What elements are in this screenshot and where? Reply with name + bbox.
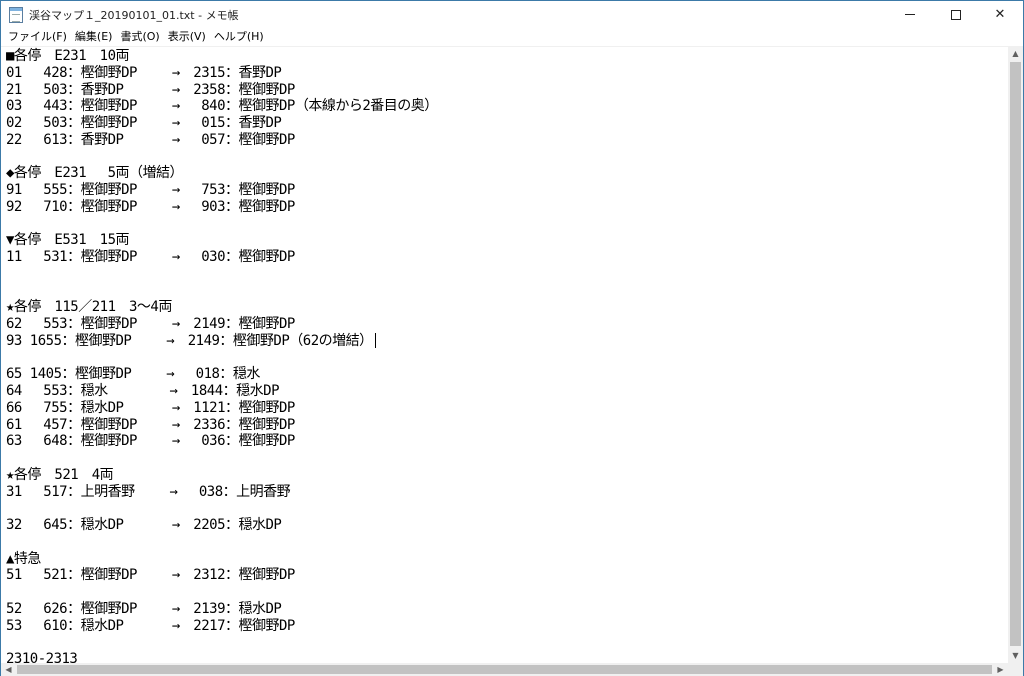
close-icon: ✕ (994, 7, 1006, 22)
text-line: 2310-2313 (6, 651, 78, 663)
text-line: 64 553：穏水 → 1844：穏水DP (6, 383, 280, 399)
horizontal-scrollbar[interactable]: ◀ ▶ (1, 663, 1008, 676)
scroll-down-arrow-icon[interactable]: ▼ (1008, 648, 1023, 663)
text-line: 66 755：穏水DP → 1121：樫御野DP (6, 399, 295, 416)
vertical-scroll-thumb[interactable] (1010, 62, 1021, 646)
horizontal-scroll-thumb[interactable] (17, 665, 992, 674)
text-line: ★各停 115／211 3～4両 (6, 299, 172, 316)
text-line: 53 610：穏水DP → 2217：樫御野DP (6, 617, 295, 634)
text-line: 03 443：樫御野DP → 840：樫御野DP（本線から2番目の奥） (6, 98, 438, 115)
text-line: 51 521：樫御野DP → 2312：樫御野DP (6, 567, 295, 584)
text-line: ★各停 521 4両 (6, 466, 114, 483)
menu-help[interactable]: ヘルプ(H) (210, 28, 268, 46)
text-line: 91 555：樫御野DP → 753：樫御野DP (6, 182, 295, 198)
maximize-button[interactable] (933, 1, 979, 28)
text-line: 63 648：樫御野DP → 036：樫御野DP (6, 433, 295, 450)
text-line: 31 517：上明香野 → 038：上明香野 (6, 483, 291, 500)
text-line: 01 428：樫御野DP → 2315：香野DP (6, 64, 282, 81)
title-bar[interactable]: 渓谷マップ１_20190101_01.txt - メモ帳 ✕ (1, 1, 1023, 28)
minimize-icon (905, 14, 915, 15)
notepad-icon (9, 7, 23, 23)
text-line: 11 531：樫御野DP → 030：樫御野DP (6, 249, 295, 265)
text-caret (374, 332, 376, 348)
text-line: ■各停 E231 10両 (6, 48, 130, 64)
text-line: 65 1405：樫御野DP → 018：穏水 (6, 366, 260, 383)
text-line: 62 553：樫御野DP → 2149：樫御野DP (6, 316, 295, 332)
text-line: ▼各停 E531 15両 (6, 232, 130, 249)
text-line: 21 503：香野DP → 2358：樫御野DP (6, 81, 295, 98)
text-line: ▲特急 (6, 550, 41, 567)
text-line: 93 1655：樫御野DP → 2149：樫御野DP（62の増結） (6, 332, 376, 350)
menu-view[interactable]: 表示(V) (164, 28, 210, 46)
text-line: 22 613：香野DP → 057：樫御野DP (6, 131, 295, 148)
vertical-scrollbar[interactable]: ▲ ▼ (1008, 46, 1023, 663)
text-line: ◆各停 E231 5両（増結） (6, 165, 184, 182)
scroll-up-arrow-icon[interactable]: ▲ (1008, 46, 1023, 61)
close-button[interactable]: ✕ (977, 1, 1023, 28)
text-line: 32 645：穏水DP → 2205：穏水DP (6, 517, 282, 533)
text-editor-area[interactable]: ■各停 E231 10両 01 428：樫御野DP → 2315：香野DP 21 5… (1, 46, 1008, 663)
maximize-icon (951, 9, 961, 20)
scroll-left-arrow-icon[interactable]: ◀ (1, 663, 16, 676)
notepad-window: 渓谷マップ１_20190101_01.txt - メモ帳 ✕ ファイル(F) 編… (0, 0, 1024, 676)
menu-bar: ファイル(F) 編集(E) 書式(O) 表示(V) ヘルプ(H) (1, 28, 1023, 46)
text-line: 52 626：樫御野DP → 2139：穏水DP (6, 600, 282, 617)
menu-edit[interactable]: 編集(E) (71, 28, 117, 46)
text-line: 02 503：樫御野DP → 015：香野DP (6, 115, 282, 131)
menu-format[interactable]: 書式(O) (116, 28, 163, 46)
scrollbar-corner (1008, 663, 1023, 676)
window-title: 渓谷マップ１_20190101_01.txt - メモ帳 (29, 9, 239, 22)
text-line: 61 457：樫御野DP → 2336：樫御野DP (6, 416, 295, 433)
menu-file[interactable]: ファイル(F) (4, 28, 71, 46)
scroll-right-arrow-icon[interactable]: ▶ (993, 663, 1008, 676)
minimize-button[interactable] (887, 1, 933, 28)
text-line: 92 710：樫御野DP → 903：樫御野DP (6, 198, 295, 215)
